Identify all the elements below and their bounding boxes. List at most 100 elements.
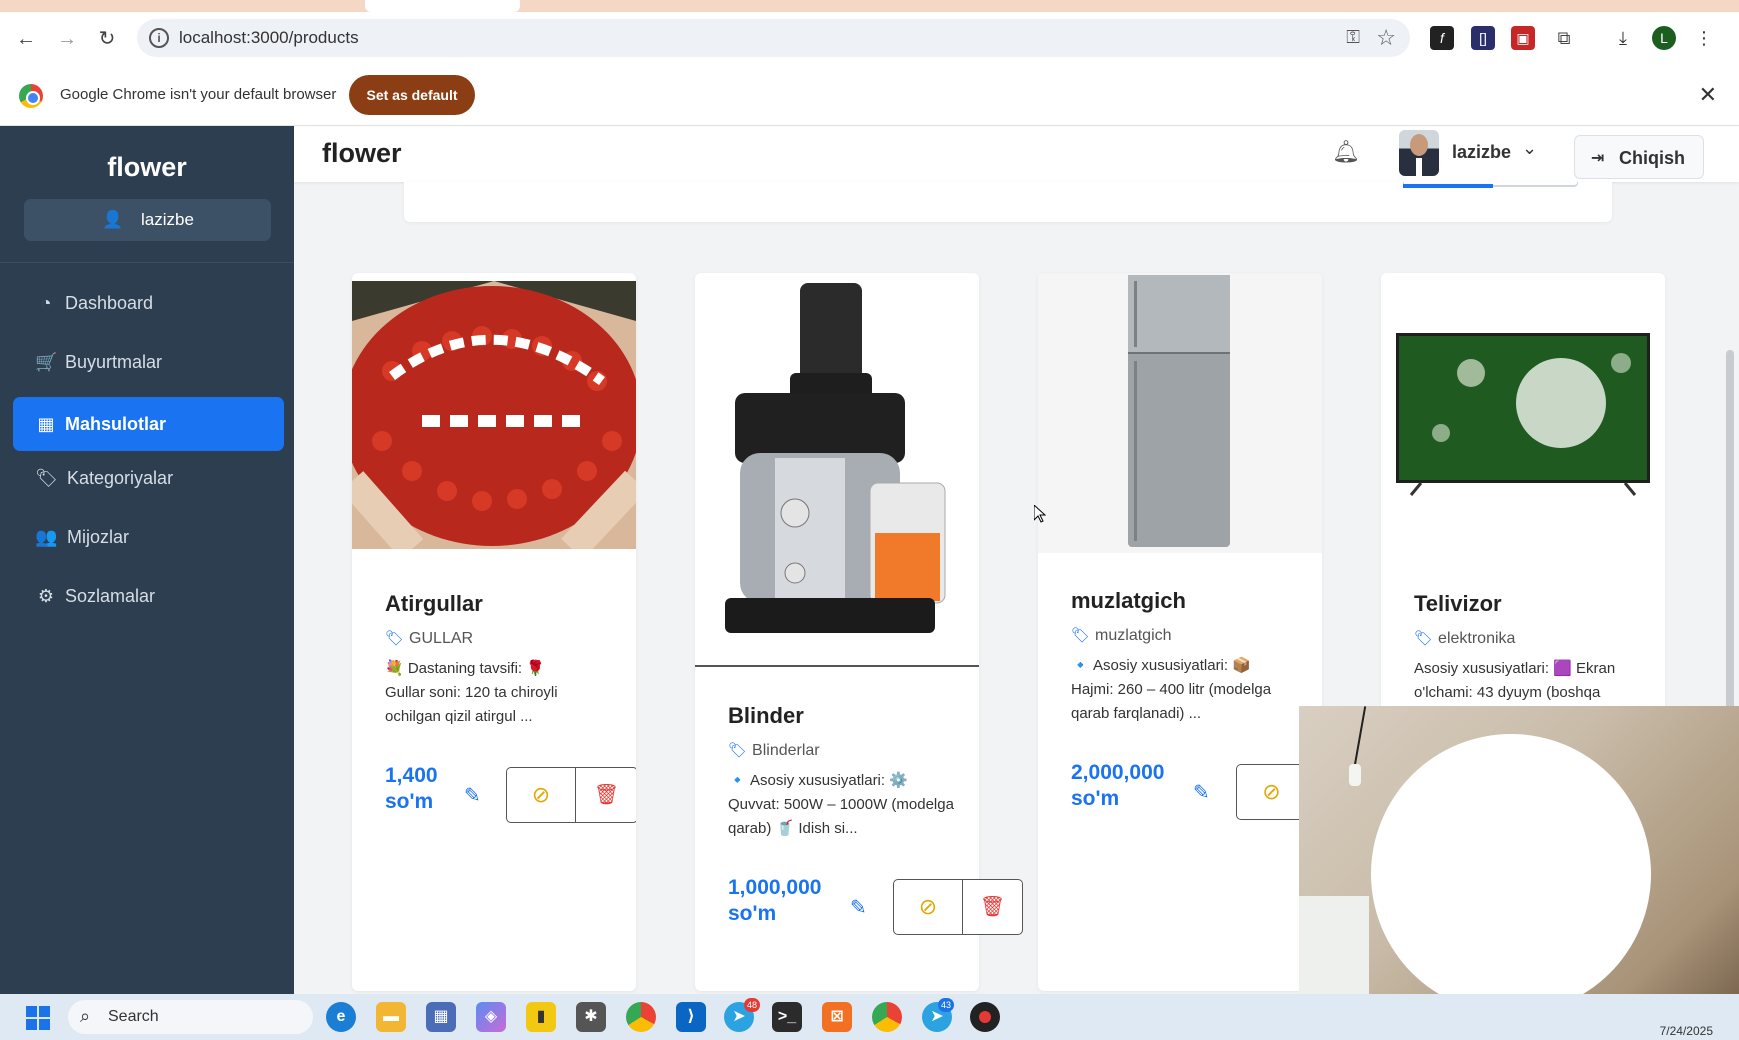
- sidebar-brand[interactable]: flower: [0, 152, 294, 183]
- filter-bar: [404, 182, 1612, 222]
- chrome-profile-icon[interactable]: [872, 1002, 902, 1032]
- category-label: elektronika: [1438, 630, 1516, 647]
- edit-icon[interactable]: ✎: [1193, 780, 1219, 806]
- category-label: GULLAR: [409, 630, 474, 647]
- close-icon[interactable]: ✕: [1699, 82, 1717, 108]
- product-description: 🔹 Asosiy xususiyatlari: ⚙️ Quvvat: 500W …: [728, 769, 958, 841]
- sidebar-item-mahsulotlar[interactable]: ▦ Mahsulotlar: [13, 397, 284, 451]
- tag-icon: 🏷: [1071, 627, 1091, 644]
- extension-icon[interactable]: f: [1430, 26, 1454, 50]
- taskbar-search[interactable]: ⌕ Search: [68, 1000, 313, 1034]
- extension-icon[interactable]: ▣: [1511, 26, 1535, 50]
- sidebar-item-dashboard[interactable]: ◔ Dashboard: [13, 276, 284, 330]
- search-placeholder: Search: [108, 1008, 159, 1025]
- product-description: Asosiy xususiyatlari: 🟪 Ekran o'lchami: …: [1414, 657, 1654, 705]
- delete-button[interactable]: 🗑: [963, 879, 1023, 935]
- product-name: Atirgullar: [385, 591, 483, 616]
- description-line: o'lchami: 43 dyuym (boshqa: [1414, 684, 1601, 701]
- product-image: [695, 273, 979, 665]
- logout-button[interactable]: ⇥ Chiqish: [1574, 135, 1704, 179]
- delete-button[interactable]: 🗑: [576, 767, 636, 823]
- sidebar-item-label: Kategoriyalar: [67, 468, 174, 488]
- gauge-icon: ◔: [40, 293, 52, 313]
- set-as-default-button[interactable]: Set as default: [349, 75, 475, 115]
- avatar[interactable]: [1399, 130, 1439, 176]
- vscode-icon[interactable]: ⟩: [676, 1002, 706, 1032]
- reload-icon[interactable]: ↻: [94, 26, 120, 52]
- product-card: Blinder 🏷 Blinderlar 🔹 Asosiy xususiyatla…: [695, 273, 979, 991]
- browser-toolbar: ← → ↻ i localhost:3000/products ⚿ ☆ f []…: [0, 12, 1739, 64]
- sidebar-item-mijozlar[interactable]: 👥 Mijozlar: [13, 510, 284, 564]
- record-icon[interactable]: [970, 1002, 1000, 1032]
- hide-toggle-button[interactable]: ⊘: [1236, 764, 1306, 820]
- url-text[interactable]: localhost:3000/products: [179, 28, 359, 48]
- forward-arrow-icon[interactable]: →: [54, 26, 80, 52]
- description-line: Asosiy xususiyatlari: 🟪 Ekran: [1414, 660, 1616, 677]
- active-tab[interactable]: [365, 0, 520, 12]
- terminal-icon[interactable]: >_: [772, 1002, 802, 1032]
- header-username[interactable]: lazizbe: [1452, 142, 1511, 163]
- chrome-icon[interactable]: [626, 1002, 656, 1032]
- gear-icon: ⚙: [37, 586, 55, 606]
- hide-toggle-button[interactable]: ⊘: [893, 879, 963, 935]
- user-cog-icon: 👤: [102, 210, 124, 229]
- tag-icon: 🏷: [385, 630, 405, 647]
- eye-slash-icon: ⊘: [918, 894, 938, 919]
- eye-slash-icon: ⊘: [1262, 779, 1281, 804]
- edit-icon[interactable]: ✎: [464, 783, 490, 809]
- app-icon[interactable]: ✱: [576, 1002, 606, 1032]
- puzzle-icon[interactable]: ⧉: [1552, 26, 1576, 50]
- product-category: 🏷 GULLAR: [385, 629, 473, 648]
- copilot-icon[interactable]: ◈: [476, 1002, 506, 1032]
- cart-icon: 🛒: [35, 352, 58, 372]
- download-icon[interactable]: ⤓: [1611, 26, 1635, 50]
- sidebar-item-kategoriyalar[interactable]: 🏷 Kategoriyalar: [13, 451, 284, 505]
- product-image: [1038, 273, 1322, 553]
- address-bar[interactable]: i localhost:3000/products ⚿ ☆: [137, 19, 1410, 57]
- tags-icon: 🏷: [35, 468, 58, 488]
- sidebar: flower 👤 lazizbe ◔ Dashboard 🛒 Buyurtmal…: [0, 126, 294, 994]
- notification-badge: 43: [938, 998, 955, 1012]
- scrollbar[interactable]: [1726, 350, 1734, 750]
- product-name: Telivizor: [1414, 591, 1502, 616]
- bell-icon[interactable]: 🔔︎: [1332, 139, 1360, 167]
- notification-badge: 48: [744, 998, 761, 1012]
- store-icon[interactable]: ▦: [426, 1002, 456, 1032]
- password-key-icon[interactable]: ⚿: [1346, 27, 1360, 48]
- product-card: muzlatgich 🏷 muzlatgich 🔹 Asosiy xususiya…: [1038, 273, 1322, 991]
- tag-icon: 🏷: [728, 742, 748, 759]
- sidebar-item-sozlamalar[interactable]: ⚙ Sozlamalar: [13, 569, 284, 623]
- profile-avatar-icon[interactable]: L: [1652, 26, 1676, 50]
- chevron-down-icon[interactable]: ⌄: [1522, 138, 1537, 159]
- sidebar-item-label: Mijozlar: [67, 527, 130, 547]
- sidebar-item-buyurtmalar[interactable]: 🛒 Buyurtmalar: [13, 335, 284, 389]
- extension-icon[interactable]: []: [1471, 26, 1495, 50]
- sidebar-user-box[interactable]: 👤 lazizbe: [24, 199, 271, 241]
- edge-icon[interactable]: e: [326, 1002, 356, 1032]
- bookmark-star-icon[interactable]: ☆: [1376, 25, 1396, 51]
- product-image: [1381, 273, 1665, 553]
- description-line: 🔹 Asosiy xususiyatlari: ⚙️: [728, 772, 908, 789]
- edit-icon[interactable]: ✎: [850, 895, 876, 921]
- eye-slash-icon: ⊘: [531, 782, 551, 807]
- product-image: [352, 281, 636, 549]
- description-line: Hajmi: 260 – 400 litr (modelga qarab far…: [1071, 681, 1272, 722]
- description-line: Gullar soni: 120 ta chiroyli ochilgan qi…: [385, 684, 558, 725]
- filter-tabs[interactable]: [1403, 182, 1578, 188]
- product-price: 1,000,000 so'm: [728, 876, 822, 925]
- windows-start-icon[interactable]: [26, 1006, 50, 1030]
- description-line: Quvvat: 500W – 1000W (modelga qarab) 🥤 I…: [728, 796, 954, 837]
- tab-strip: [0, 0, 1739, 12]
- hide-toggle-button[interactable]: ⊘: [506, 767, 576, 823]
- default-browser-infobar: Google Chrome isn't your default browser…: [0, 64, 1739, 126]
- chrome-logo-icon: [19, 84, 43, 108]
- xampp-icon[interactable]: ⊠: [822, 1002, 852, 1032]
- back-arrow-icon[interactable]: ←: [13, 26, 39, 52]
- category-label: Blinderlar: [752, 742, 820, 759]
- mouse-cursor-icon: [1034, 505, 1046, 523]
- site-info-icon[interactable]: i: [149, 28, 169, 48]
- file-explorer-icon[interactable]: ▬: [376, 1002, 406, 1032]
- powerbi-icon[interactable]: ▮: [526, 1002, 556, 1032]
- kebab-menu-icon[interactable]: ⋮: [1692, 26, 1716, 50]
- clock-date: 7/24/2025: [1659, 1024, 1713, 1038]
